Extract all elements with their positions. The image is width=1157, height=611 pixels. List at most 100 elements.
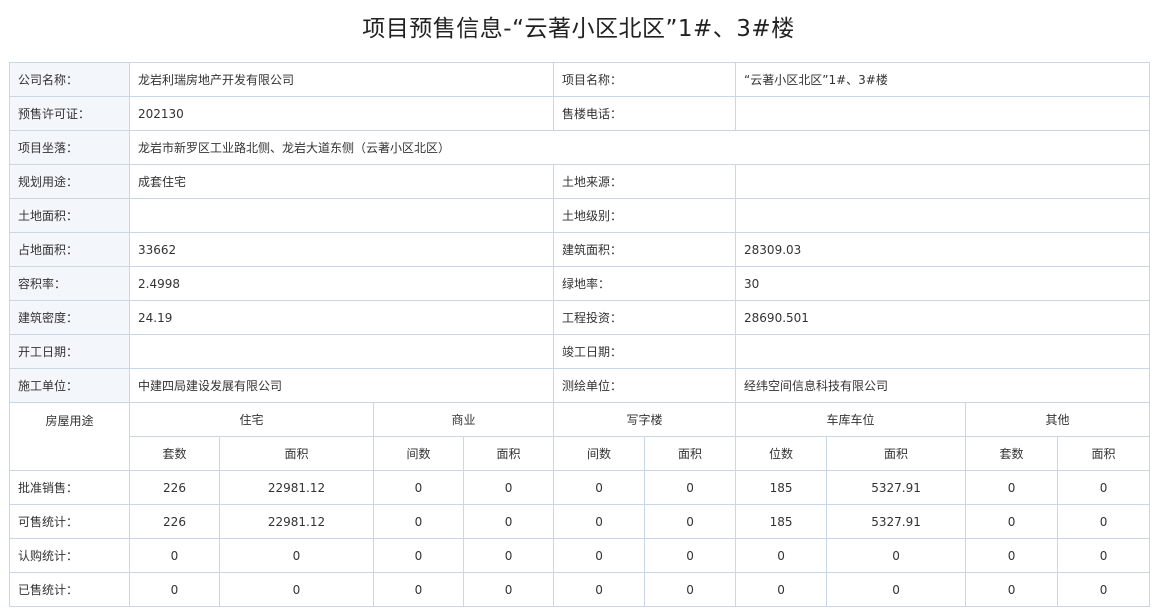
location-label: 项目坐落： — [9, 130, 130, 165]
stats-cell: 0 — [644, 470, 737, 505]
floor-area-label: 建筑面积： — [553, 232, 737, 267]
use-value: 成套住宅 — [128, 164, 555, 199]
group-commercial: 商业 — [372, 402, 555, 437]
stats-row: 批准销售： 226 22981.12 0 0 0 0 185 5327.91 0 0 — [9, 470, 1151, 505]
sub-header: 位数 — [735, 436, 828, 471]
stats-cell: 0 — [1057, 572, 1151, 607]
site-area-label: 占地面积： — [9, 232, 130, 267]
stats-cell: 0 — [644, 538, 737, 573]
stats-cell: 226 — [129, 504, 220, 539]
stats-cell: 0 — [219, 572, 374, 607]
stats-cell: 0 — [373, 470, 464, 505]
far-value: 2.4998 — [128, 266, 555, 301]
builder-value: 中建四局建设发展有限公司 — [128, 368, 555, 403]
info-row: 开工日期： 竣工日期： — [9, 334, 1151, 369]
group-office: 写字楼 — [553, 402, 737, 437]
info-row: 施工单位： 中建四局建设发展有限公司 测绘单位： 经纬空间信息科技有限公司 — [9, 368, 1151, 403]
stats-cell: 0 — [462, 504, 555, 539]
info-row: 预售许可证： 202130 售楼电话： — [9, 96, 1151, 131]
info-row: 建筑密度： 24.19 工程投资： 28690.501 — [9, 300, 1151, 335]
stats-row: 可售统计： 226 22981.12 0 0 0 0 185 5327.91 0 0 — [9, 504, 1151, 539]
stats-cell: 0 — [826, 572, 967, 607]
stats-group-header: 房屋用途 住宅 商业 写字楼 车库车位 其他 — [9, 402, 1151, 471]
use-label: 规划用途： — [9, 164, 130, 199]
stats-cell: 0 — [219, 538, 374, 573]
stats-cell: 0 — [373, 504, 464, 539]
stats-cell: 0 — [735, 538, 828, 573]
land-grade-value — [735, 198, 1151, 233]
sub-header: 面积 — [1057, 436, 1151, 471]
investment-label: 工程投资： — [553, 300, 737, 335]
presale-info-table: 公司名称： 龙岩利瑞房地产开发有限公司 项目名称： “云著小区北区”1#、3#楼… — [9, 62, 1151, 607]
stats-cell: 0 — [965, 504, 1059, 539]
density-label: 建筑密度： — [9, 300, 130, 335]
group-parking: 车库车位 — [735, 402, 967, 437]
stats-cell: 0 — [553, 470, 646, 505]
stats-row-label: 认购统计： — [9, 538, 130, 573]
start-date-value — [128, 334, 555, 369]
stats-cell: 0 — [553, 572, 646, 607]
stats-cell: 0 — [965, 572, 1059, 607]
stats-row-label: 批准销售： — [9, 470, 130, 505]
sub-header: 间数 — [373, 436, 464, 471]
land-grade-label: 土地级别： — [553, 198, 737, 233]
phone-label: 售楼电话： — [553, 96, 737, 131]
sub-header: 面积 — [462, 436, 555, 471]
location-value: 龙岩市新罗区工业路北侧、龙岩大道东侧（云著小区北区） — [128, 130, 1151, 165]
page-title: 项目预售信息-“云著小区北区”1#、3#楼 — [362, 16, 795, 42]
land-area-value — [128, 198, 555, 233]
usage-corner-header: 房屋用途 — [9, 402, 130, 471]
stats-cell: 0 — [462, 470, 555, 505]
stats-row-label: 已售统计： — [9, 572, 130, 607]
stats-cell: 0 — [129, 538, 220, 573]
land-source-value — [735, 164, 1151, 199]
company-label: 公司名称： — [9, 62, 130, 97]
permit-label: 预售许可证： — [9, 96, 130, 131]
stats-cell: 5327.91 — [826, 504, 967, 539]
stats-cell: 22981.12 — [219, 504, 374, 539]
info-row: 容积率： 2.4998 绿地率： 30 — [9, 266, 1151, 301]
stats-cell: 0 — [965, 470, 1059, 505]
stats-cell: 0 — [129, 572, 220, 607]
land-source-label: 土地来源： — [553, 164, 737, 199]
stats-cell: 0 — [965, 538, 1059, 573]
sub-header: 面积 — [644, 436, 737, 471]
start-date-label: 开工日期： — [9, 334, 130, 369]
stats-cell: 0 — [644, 504, 737, 539]
stats-body: 批准销售： 226 22981.12 0 0 0 0 185 5327.91 0 0 可售统计： 226… — [9, 470, 1151, 607]
finish-date-value — [735, 334, 1151, 369]
stats-row-label: 可售统计： — [9, 504, 130, 539]
stats-sub-header: 套数 面积 间数 面积 间数 面积 位数 面积 套数 面积 — [10, 436, 1151, 471]
stats-cell: 0 — [553, 504, 646, 539]
project-value: “云著小区北区”1#、3#楼 — [735, 62, 1151, 97]
permit-value: 202130 — [128, 96, 555, 131]
density-value: 24.19 — [128, 300, 555, 335]
stats-cell: 185 — [735, 504, 828, 539]
green-value: 30 — [735, 266, 1151, 301]
stats-cell: 0 — [826, 538, 967, 573]
stats-cell: 0 — [462, 572, 555, 607]
stats-cell: 0 — [1057, 470, 1151, 505]
far-label: 容积率： — [9, 266, 130, 301]
info-row: 占地面积： 33662 建筑面积： 28309.03 — [9, 232, 1151, 267]
stats-cell: 185 — [735, 470, 828, 505]
stats-cell: 0 — [1057, 504, 1151, 539]
stats-row: 认购统计： 0 0 0 0 0 0 0 0 0 0 — [9, 538, 1151, 573]
stats-cell: 22981.12 — [219, 470, 374, 505]
sub-header: 套数 — [129, 436, 220, 471]
phone-value — [735, 96, 1151, 131]
stats-cell: 0 — [553, 538, 646, 573]
investment-value: 28690.501 — [735, 300, 1151, 335]
info-row: 项目坐落： 龙岩市新罗区工业路北侧、龙岩大道东侧（云著小区北区） — [9, 130, 1151, 165]
info-row: 公司名称： 龙岩利瑞房地产开发有限公司 项目名称： “云著小区北区”1#、3#楼 — [9, 62, 1151, 97]
group-other: 其他 — [965, 402, 1151, 437]
surveyor-label: 测绘单位： — [553, 368, 737, 403]
stats-cell: 0 — [373, 538, 464, 573]
company-value: 龙岩利瑞房地产开发有限公司 — [128, 62, 555, 97]
surveyor-value: 经纬空间信息科技有限公司 — [735, 368, 1151, 403]
stats-cell: 0 — [1057, 538, 1151, 573]
stats-cell: 0 — [462, 538, 555, 573]
sub-header: 间数 — [553, 436, 646, 471]
floor-area-value: 28309.03 — [735, 232, 1151, 267]
info-row: 土地面积： 土地级别： — [9, 198, 1151, 233]
